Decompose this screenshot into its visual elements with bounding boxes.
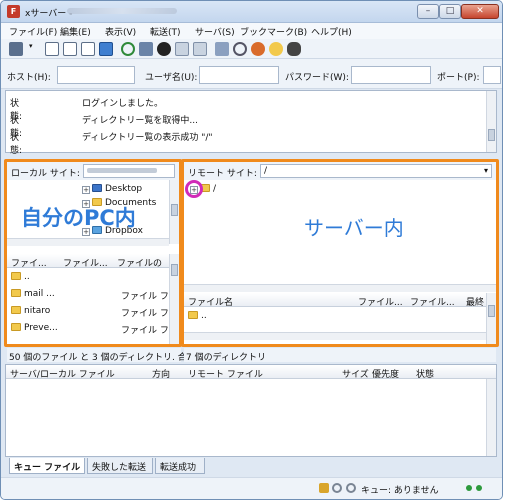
col-direction[interactable]: 方向 (152, 367, 170, 380)
log-message: ディレクトリー覧を取得中... (82, 116, 198, 126)
binoculars-icon[interactable] (287, 42, 301, 56)
username-label: ユーザ名(U): (145, 73, 198, 83)
host-label: ホスト(H): (7, 73, 51, 83)
log-scroll-thumb[interactable] (488, 129, 495, 141)
search-icon[interactable] (233, 42, 247, 56)
maximize-button[interactable]: □ (439, 4, 461, 19)
port-label: ポート(P): (437, 73, 480, 83)
transfer-queue: サーバ/ローカル ファイル 方向 リモート ファイル サイズ 優先度 状態 (5, 364, 497, 457)
menu-view[interactable]: 表示(V) (105, 25, 136, 38)
process-queue-icon[interactable] (139, 42, 153, 56)
toolbar: ▾ (1, 39, 502, 59)
close-button[interactable]: ✕ (461, 4, 499, 19)
dropdown-arrow-icon[interactable]: ▾ (29, 42, 37, 56)
title-redacted (67, 8, 177, 14)
filezilla-app-icon: F (7, 5, 20, 18)
send-light-icon (476, 485, 482, 491)
speed-limit-icon (346, 483, 356, 493)
queue-scrollbar[interactable] (486, 379, 496, 456)
site-manager-icon[interactable] (9, 42, 23, 56)
local-status-text: 50 個のファイル と 3 個のディレクトリ. 合 (9, 353, 187, 363)
window-title: xサーバー - (25, 9, 73, 19)
reconnect-icon[interactable] (193, 42, 207, 56)
app-window: F xサーバー - – □ ✕ ファイル(F) 編集(E) 表示(V) 転送(T… (0, 0, 503, 500)
col-size[interactable]: サイズ (342, 367, 369, 380)
directory-compare-icon[interactable] (215, 42, 229, 56)
remote-highlight-frame (181, 159, 499, 347)
log-status-label: 状態: (10, 133, 23, 156)
password-label: パスワード(W): (285, 73, 349, 83)
disconnect-icon[interactable] (175, 42, 189, 56)
tab-successful-transfers[interactable]: 転送成功 (155, 458, 205, 474)
menu-edit[interactable]: 編集(E) (60, 25, 91, 38)
sync-browse-icon[interactable] (251, 42, 265, 56)
remote-status-line: 7 個のディレクトリ (184, 348, 496, 363)
receive-light-icon (466, 485, 472, 491)
remote-status-text: 7 個のディレクトリ (186, 353, 266, 363)
toggle-local-tree-icon[interactable] (63, 42, 77, 56)
quick-connect-bar: ホスト(H): ユーザ名(U): パスワード(W): ポート(P): (1, 59, 502, 89)
password-input[interactable] (351, 66, 431, 84)
cancel-icon[interactable] (157, 42, 171, 56)
port-input[interactable] (483, 66, 501, 84)
message-log: 状態: ログインしました。 状態: ディレクトリー覧を取得中... 状態: ディ… (5, 90, 497, 156)
refresh-icon[interactable] (121, 42, 135, 56)
local-status-line: 50 個のファイル と 3 個のディレクトリ. 合 (7, 348, 187, 363)
menu-server[interactable]: サーバ(S) (195, 25, 235, 38)
queue-status-text: キュー: ありません (361, 486, 439, 496)
username-input[interactable] (199, 66, 279, 84)
toggle-remote-tree-icon[interactable] (81, 42, 95, 56)
tab-queued-files[interactable]: キュー ファイル (9, 458, 85, 474)
minimize-button[interactable]: – (417, 4, 439, 19)
status-bar: キュー: ありません (1, 477, 502, 499)
menu-help[interactable]: ヘルプ(H) (311, 25, 352, 38)
log-message: ログインしました。 (82, 99, 164, 109)
local-highlight-frame (4, 159, 182, 347)
toggle-log-icon[interactable] (45, 42, 59, 56)
filter-icon[interactable] (269, 42, 283, 56)
col-priority[interactable]: 優先度 (372, 367, 399, 380)
lock-icon (319, 483, 329, 493)
menu-bookmarks[interactable]: ブックマーク(B) (240, 25, 307, 38)
queue-header: サーバ/ローカル ファイル 方向 リモート ファイル サイズ 優先度 状態 (6, 365, 496, 380)
col-status[interactable]: 状態 (416, 367, 434, 380)
col-local-file[interactable]: サーバ/ローカル ファイル (10, 367, 115, 380)
log-message: ディレクトリー覧の表示成功 "/" (82, 133, 213, 143)
menu-transfer[interactable]: 転送(T) (150, 25, 181, 38)
menu-file[interactable]: ファイル(F) (9, 25, 57, 38)
col-remote-file[interactable]: リモート ファイル (188, 367, 263, 380)
gear-icon (332, 483, 342, 493)
host-input[interactable] (57, 66, 135, 84)
log-scrollbar[interactable] (486, 91, 496, 152)
toggle-queue-icon[interactable] (99, 42, 113, 56)
menu-bar: ファイル(F) 編集(E) 表示(V) 転送(T) サーバ(S) ブックマーク(… (1, 23, 502, 39)
tab-failed-transfers[interactable]: 失敗した転送 (87, 458, 153, 474)
title-bar: F xサーバー - – □ ✕ (1, 1, 502, 23)
